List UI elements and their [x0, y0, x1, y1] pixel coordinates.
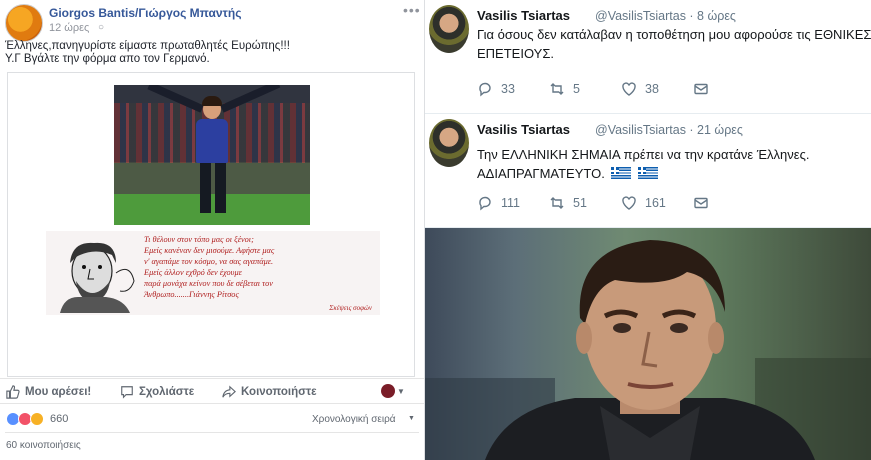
like-label: Μου αρέσει! — [25, 386, 92, 398]
tweet-author-name[interactable]: Vasilis Tsiartas — [477, 122, 570, 137]
like-count: 38 — [645, 82, 659, 96]
globe-icon: ○ — [98, 22, 105, 33]
retweet-icon — [550, 83, 564, 95]
page-avatar-icon — [381, 384, 395, 398]
post-image[interactable]: Τι θέλουν στον τόπο μας οι ξένοι; Εμείς … — [7, 72, 415, 377]
reactor-selector[interactable]: ▼ — [381, 384, 405, 398]
greek-flag-icon — [611, 167, 632, 179]
reply-icon — [479, 196, 491, 211]
poem-line: Άνθρωπο.......Γιάννης Ρίτσος — [144, 290, 239, 299]
reply-count: 111 — [501, 196, 521, 210]
tweet-text-line: ΕΠΕΤΕΙΟΥΣ. — [477, 46, 554, 61]
caret-down-icon: ▼ — [408, 415, 415, 422]
post-timestamp[interactable]: 12 ώρες — [49, 22, 89, 34]
tweet-handle-time[interactable]: @VasilisTsiartas · 8 ώρες — [595, 9, 736, 23]
divider — [5, 432, 419, 433]
tweets-panel: Vasilis Tsiartas @VasilisTsiartas · 8 ώρ… — [425, 0, 871, 228]
tweet[interactable]: Vasilis Tsiartas @VasilisTsiartas · 8 ώρ… — [425, 0, 871, 114]
player-portrait-photo — [425, 228, 871, 460]
comment-icon — [121, 386, 133, 399]
tweet-actions: 111 51 161 — [477, 195, 765, 211]
share-label: Κοινοποιήστε — [241, 386, 317, 398]
direct-message-button[interactable] — [693, 81, 765, 97]
post-action-bar: Μου αρέσει! Σχολιάστε Κοινοποιήστε ▼ — [0, 378, 424, 404]
tweet-author-avatar[interactable] — [429, 119, 469, 167]
tweet-text-line: Για όσους δεν κατάλαβαν η τοποθέτηση μου… — [477, 27, 871, 42]
thumbs-up-icon — [6, 385, 20, 399]
coach-torso — [196, 119, 228, 163]
haha-reaction-icon — [30, 412, 44, 426]
comment-button[interactable]: Σχολιάστε — [120, 385, 194, 399]
post-text-line-1: Έλληνες,πανηγυρίστε είμαστε πρωταθλητές … — [5, 40, 290, 52]
poem-line: Τι θέλουν στον τόπο μας οι ξένοι; — [144, 235, 254, 244]
poem-line: ν' αγαπάμε τον κόσμο, να σας αγαπάμε. — [144, 257, 274, 266]
caret-down-icon: ▼ — [397, 386, 405, 396]
reaction-count: 660 — [50, 413, 69, 425]
reply-button[interactable]: 33 — [477, 81, 549, 97]
like-button[interactable]: 38 — [621, 81, 693, 97]
tweet-text-line: ΑΔΙΑΠΡΑΓΜΑΤΕΥΤΟ. — [477, 166, 659, 181]
coach-hair — [202, 96, 222, 106]
tweet-text-line: Την ΕΛΛΗΝΙΚΗ ΣΗΜΑΙΑ πρέπει να την κρατάν… — [477, 147, 810, 162]
comment-sort-dropdown[interactable]: Χρονολογική σειρά — [312, 414, 396, 425]
facebook-post-card: Giorgos Bantis/Γιώργος Μπαντής 12 ώρες ○… — [0, 0, 425, 460]
coach-legs — [200, 163, 226, 213]
direct-message-button[interactable] — [693, 195, 765, 211]
facebook-post-panel: Giorgos Bantis/Γιώργος Μπαντής 12 ώρες ○… — [0, 0, 425, 460]
poem-line: παρά μονάχα κείνον που δε σέβεται τον — [144, 279, 273, 288]
portrait-illustration — [425, 240, 871, 460]
reply-button[interactable]: 111 — [477, 195, 549, 211]
celebrating-coach-photo — [114, 85, 310, 225]
comment-label: Σχολιάστε — [139, 386, 195, 398]
author-name[interactable]: Giorgos Bantis/Γιώργος Μπαντής — [49, 6, 241, 20]
poem-line: Εμείς κανέναν δεν μισούμε. Αφήστε μας — [144, 246, 275, 255]
reaction-summary[interactable]: 660 — [6, 412, 68, 426]
tweet-author-name[interactable]: Vasilis Tsiartas — [477, 8, 570, 23]
envelope-icon — [694, 83, 708, 95]
greek-flag-icon — [638, 167, 659, 179]
retweet-button[interactable]: 5 — [549, 81, 621, 97]
heart-icon — [622, 82, 636, 96]
more-options-icon[interactable]: ••• — [403, 2, 421, 18]
share-button[interactable]: Κοινοποιήστε — [222, 385, 317, 399]
reply-icon — [479, 82, 491, 97]
reply-count: 33 — [501, 82, 515, 96]
tweet-author-avatar[interactable] — [429, 5, 469, 53]
tweet[interactable]: Vasilis Tsiartas @VasilisTsiartas · 21 ώ… — [425, 114, 871, 228]
heart-icon — [622, 196, 636, 210]
retweet-count: 51 — [573, 196, 587, 210]
post-text-line-2: Υ.Γ Βγάλτε την φόρμα απο τον Γερμανό. — [5, 53, 210, 65]
retweet-count: 5 — [573, 82, 580, 96]
poem-quote-image: Τι θέλουν στον τόπο μας οι ξένοι; Εμείς … — [46, 231, 380, 315]
like-button[interactable]: 161 — [621, 195, 693, 211]
poem-signature: Σκέψεις σοφών — [329, 304, 372, 312]
like-count: 161 — [645, 196, 666, 210]
retweet-button[interactable]: 51 — [549, 195, 621, 211]
tweet-text: ΑΔΙΑΠΡΑΓΜΑΤΕΥΤΟ. — [477, 166, 605, 181]
poem-line: Εμείς άλλον εχθρό δεν έχουμε — [144, 268, 242, 277]
share-arrow-icon — [222, 385, 236, 398]
share-count[interactable]: 60 κοινοποιήσεις — [6, 440, 81, 451]
tweet-actions: 33 5 38 — [477, 81, 765, 97]
envelope-icon — [694, 197, 708, 209]
like-button[interactable]: Μου αρέσει! — [6, 385, 91, 399]
tweet-handle-time[interactable]: @VasilisTsiartas · 21 ώρες — [595, 123, 743, 137]
poet-sketch — [60, 242, 135, 313]
retweet-icon — [550, 197, 564, 209]
author-avatar[interactable] — [5, 4, 43, 42]
